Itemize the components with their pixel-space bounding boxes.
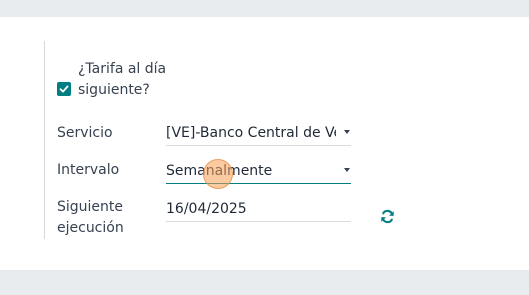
- next-day-rate-label: ¿Tarifa al día siguiente?: [78, 59, 178, 101]
- interval-select[interactable]: Semanalmente: [166, 159, 351, 184]
- check-icon: [59, 85, 69, 93]
- next-execution-value: 16/04/2025: [166, 201, 247, 217]
- caret-down-icon: [344, 130, 350, 134]
- refresh-button[interactable]: [380, 209, 395, 224]
- next-execution-label: Siguiente ejecución: [57, 197, 124, 239]
- next-execution-label-line1: Siguiente: [57, 199, 124, 215]
- caret-down-icon: [344, 168, 350, 172]
- service-value: [VE]-Banco Central de Venezuela: [166, 125, 336, 141]
- refresh-icon: [381, 209, 394, 224]
- group-divider: [44, 41, 45, 239]
- interval-label: Intervalo: [57, 162, 120, 178]
- service-label: Servicio: [57, 125, 113, 141]
- next-day-rate-label-line1: ¿Tarifa al día: [78, 61, 167, 77]
- next-execution-label-line2: ejecución: [57, 220, 124, 236]
- mouse-cursor-highlight: [203, 159, 233, 189]
- next-day-rate-checkbox[interactable]: [57, 82, 71, 96]
- service-select[interactable]: [VE]-Banco Central de Venezuela: [166, 121, 351, 146]
- next-day-rate-label-line2: siguiente?: [78, 82, 150, 98]
- next-execution-date-input[interactable]: 16/04/2025: [166, 197, 351, 222]
- interval-value: Semanalmente: [166, 161, 336, 181]
